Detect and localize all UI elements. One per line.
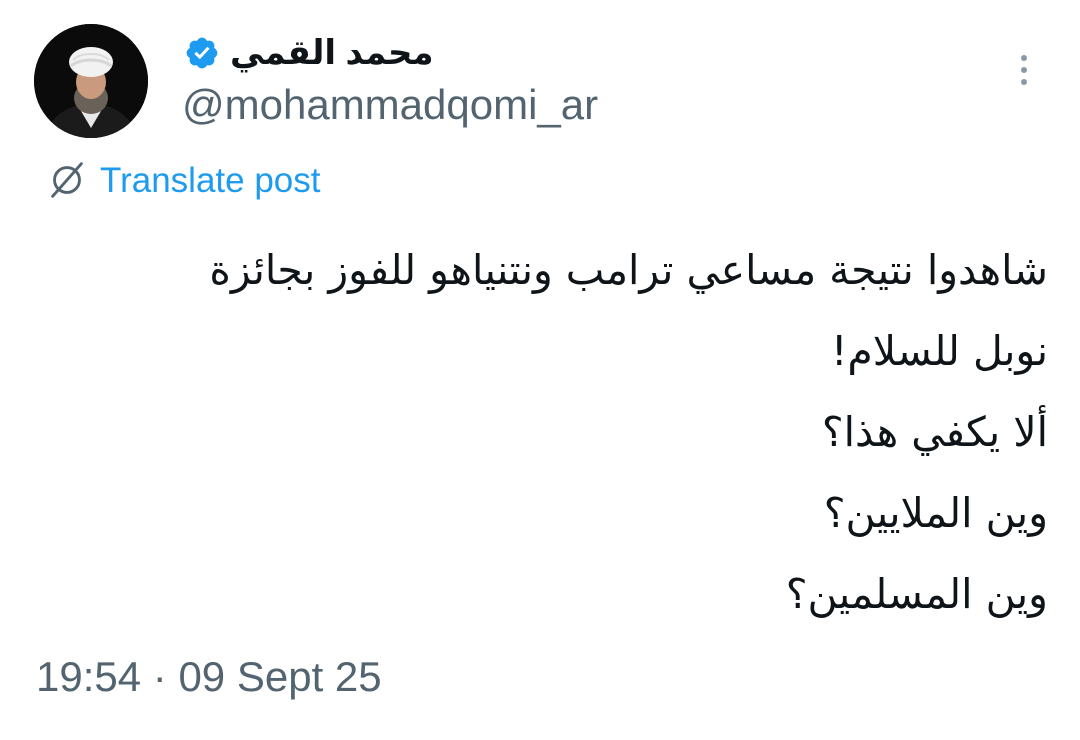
verified-badge-icon bbox=[186, 37, 218, 69]
post-timestamp[interactable]: 19:54 · 09 Sept 25 bbox=[36, 653, 382, 700]
timestamp-separator: · bbox=[152, 653, 167, 700]
more-vertical-icon bbox=[1021, 55, 1027, 61]
post-line: شاهدوا نتيجة مساعي ترامب ونتنياهو للفوز … bbox=[209, 246, 1048, 294]
post-date[interactable]: 09 Sept 25 bbox=[178, 653, 381, 700]
translate-post-label[interactable]: Translate post bbox=[100, 163, 320, 198]
more-options-button[interactable] bbox=[1006, 48, 1042, 92]
author-display-name[interactable]: محمد القمي bbox=[230, 36, 434, 70]
profile-photo bbox=[34, 24, 148, 138]
avatar[interactable] bbox=[34, 24, 148, 138]
translate-post-button[interactable]: Translate post bbox=[44, 156, 320, 204]
post-line: نوبل للسلام! bbox=[830, 327, 1048, 375]
author-name-row[interactable]: محمد القمي bbox=[184, 28, 434, 78]
translate-globe-icon bbox=[51, 162, 83, 198]
post-text: شاهدوا نتيجة مساعي ترامب ونتنياهو للفوز … bbox=[40, 230, 1048, 635]
post-line: ألا يكفي هذا؟ bbox=[821, 408, 1048, 456]
author-handle[interactable]: @mohammadqomi_ar bbox=[182, 81, 598, 128]
post-time[interactable]: 19:54 bbox=[36, 653, 141, 700]
post-line: وين المسلمين؟ bbox=[785, 570, 1048, 618]
post-line: وين الملايين؟ bbox=[823, 489, 1048, 537]
